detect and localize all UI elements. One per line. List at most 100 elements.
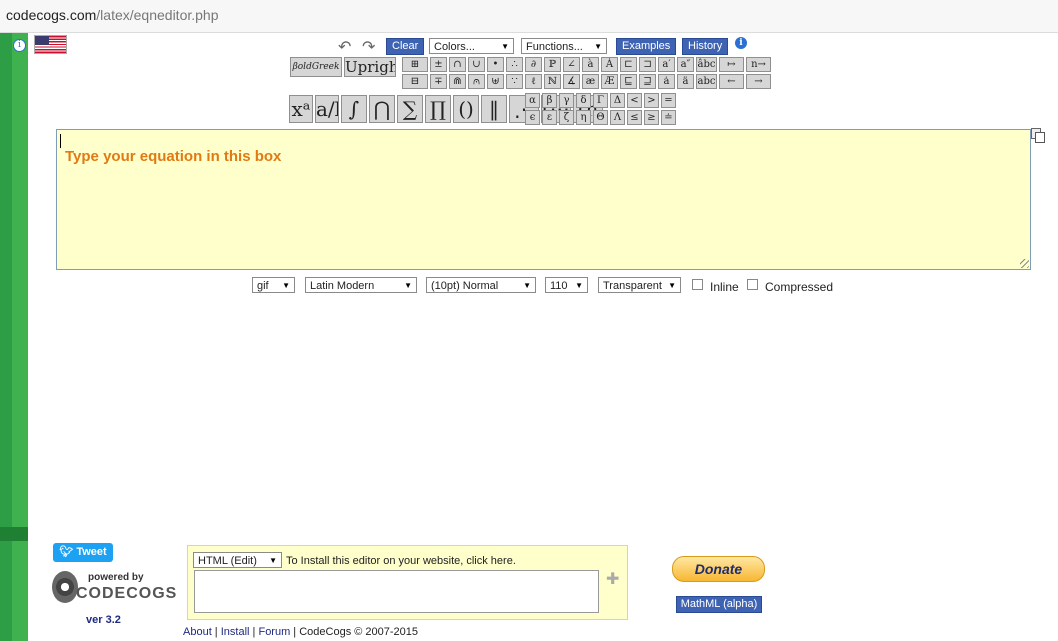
- greek-button-r1-8[interactable]: =: [661, 93, 676, 108]
- install-mode-value: HTML (Edit): [198, 555, 257, 567]
- copy-icon[interactable]: [1031, 128, 1045, 143]
- symbol-button-r2-10[interactable]: Æ: [601, 74, 618, 89]
- symbol-button-r2-14[interactable]: ä: [677, 74, 694, 89]
- greek-button-r2-7[interactable]: ≥: [644, 110, 659, 125]
- symbol-button-r1-7[interactable]: ℙ: [544, 57, 561, 72]
- greek-button-r1-2[interactable]: γ: [559, 93, 574, 108]
- tweet-button[interactable]: 🐦︎ Tweet: [53, 543, 113, 562]
- size-select[interactable]: (10pt) Normal ▼: [426, 277, 536, 293]
- symbol-button-r1-5[interactable]: ∴: [506, 57, 523, 72]
- functions-select[interactable]: Functions... ▼: [521, 38, 607, 54]
- greek-button-r2-6[interactable]: ≤: [627, 110, 642, 125]
- symbol-button-r1-0[interactable]: ⊞: [402, 57, 428, 72]
- big-symbol-button-0[interactable]: xᵃ: [289, 95, 313, 123]
- symbol-button-r1-12[interactable]: ⊐: [639, 57, 656, 72]
- compressed-checkbox[interactable]: [747, 279, 758, 290]
- address-bar[interactable]: codecogs.com/latex/eqneditor.php: [0, 0, 1058, 33]
- url-text[interactable]: codecogs.com/latex/eqneditor.php: [6, 7, 219, 23]
- big-symbol-button-4[interactable]: ∑: [397, 95, 423, 123]
- big-symbol-button-6[interactable]: (): [453, 95, 479, 123]
- symbol-button-r1-1[interactable]: ±: [430, 57, 447, 72]
- symbol-button-r1-4[interactable]: •: [487, 57, 504, 72]
- symbol-button-r2-5[interactable]: ∵: [506, 74, 523, 89]
- symbol-button-r2-2[interactable]: ⋒: [449, 74, 466, 89]
- dpi-select[interactable]: 110 ▼: [545, 277, 588, 293]
- greek-button-r2-1[interactable]: ε: [542, 110, 557, 125]
- redo-icon[interactable]: ↷: [362, 37, 375, 56]
- greek-button-r2-4[interactable]: Θ: [593, 110, 608, 125]
- symbol-button-r2-0[interactable]: ⊟: [402, 74, 428, 89]
- greek-button-r2-2[interactable]: ζ: [559, 110, 574, 125]
- clear-button[interactable]: Clear: [386, 38, 425, 55]
- symbol-button-r1-14[interactable]: a″: [677, 57, 694, 72]
- footer-about-link[interactable]: About: [183, 626, 212, 638]
- bold-greek-button[interactable]: βoldGreek: [290, 57, 342, 77]
- big-symbol-button-1[interactable]: a/b: [315, 95, 339, 123]
- symbol-button-r1-16[interactable]: ↦: [719, 57, 744, 72]
- greek-button-r1-3[interactable]: δ: [576, 93, 591, 108]
- big-symbol-button-3[interactable]: ⋂: [369, 95, 395, 123]
- mathml-button[interactable]: MathML (alpha): [676, 596, 762, 613]
- symbol-button-r2-6[interactable]: ℓ: [525, 74, 542, 89]
- equation-editor[interactable]: Type your equation in this box: [56, 129, 1031, 270]
- symbol-button-r1-3[interactable]: ∪: [468, 57, 485, 72]
- greek-button-r2-0[interactable]: ϵ: [525, 110, 540, 125]
- greek-button-r2-3[interactable]: η: [576, 110, 591, 125]
- history-button[interactable]: History: [682, 38, 729, 55]
- symbol-button-r1-8[interactable]: ∠: [563, 57, 580, 72]
- symbol-button-r2-15[interactable]: abc: [696, 74, 717, 89]
- greek-button-r1-6[interactable]: <: [627, 93, 642, 108]
- us-flag-icon[interactable]: [34, 35, 67, 54]
- symbol-button-r2-9[interactable]: æ: [582, 74, 599, 89]
- colors-select[interactable]: Colors... ▼: [429, 38, 514, 54]
- symbol-button-r1-9[interactable]: à: [582, 57, 599, 72]
- greek-button-r2-5[interactable]: Λ: [610, 110, 625, 125]
- resize-grip-icon[interactable]: [1020, 259, 1029, 268]
- puzzle-icon[interactable]: ✚: [606, 569, 619, 589]
- greek-button-r1-5[interactable]: Δ: [610, 93, 625, 108]
- upright-button[interactable]: Upright: [344, 57, 396, 77]
- symbol-button-r1-13[interactable]: a′: [658, 57, 675, 72]
- format-select[interactable]: gif ▼: [252, 277, 295, 293]
- big-symbol-button-5[interactable]: ∏: [425, 95, 451, 123]
- inline-checkbox[interactable]: [692, 279, 703, 290]
- symbol-button-r1-10[interactable]: Á: [601, 57, 618, 72]
- install-mode-select[interactable]: HTML (Edit) ▼: [193, 552, 282, 568]
- codecogs-logo[interactable]: powered by CODECOGS: [52, 571, 176, 607]
- greek-button-r2-8[interactable]: ≐: [661, 110, 676, 125]
- greek-button-r1-1[interactable]: β: [542, 93, 557, 108]
- info-icon[interactable]: i: [13, 39, 26, 52]
- symbol-button-r1-6[interactable]: ∂: [525, 57, 542, 72]
- symbol-button-r2-13[interactable]: ȧ: [658, 74, 675, 89]
- symbol-button-r2-11[interactable]: ⊑: [620, 74, 637, 89]
- greek-button-r1-7[interactable]: >: [644, 93, 659, 108]
- font-select[interactable]: Latin Modern ▼: [305, 277, 417, 293]
- symbol-button-r2-16[interactable]: ←: [719, 74, 744, 89]
- symbol-button-r2-8[interactable]: ∡: [563, 74, 580, 89]
- symbol-button-r2-7[interactable]: ℕ: [544, 74, 561, 89]
- footer-install-link[interactable]: Install: [221, 626, 250, 638]
- symbol-button-r2-4[interactable]: ⊎: [487, 74, 504, 89]
- install-code-textarea[interactable]: [194, 570, 599, 613]
- background-select[interactable]: Transparent ▼: [598, 277, 681, 293]
- symbol-button-r1-17[interactable]: n→: [746, 57, 771, 72]
- symbol-button-r2-12[interactable]: ⊒: [639, 74, 656, 89]
- undo-icon[interactable]: ↶: [338, 37, 351, 56]
- install-note-link[interactable]: To Install this editor on your website, …: [286, 555, 516, 567]
- big-symbol-button-2[interactable]: ∫: [341, 95, 367, 123]
- help-info-icon[interactable]: i: [735, 37, 747, 49]
- text-caret: [60, 134, 61, 148]
- symbol-button-r2-1[interactable]: ∓: [430, 74, 447, 89]
- symbol-button-r1-11[interactable]: ⊏: [620, 57, 637, 72]
- footer-forum-link[interactable]: Forum: [258, 626, 290, 638]
- big-symbol-button-7[interactable]: ‖: [481, 95, 507, 123]
- symbol-button-r1-2[interactable]: ∩: [449, 57, 466, 72]
- green-bar-band: [0, 527, 28, 541]
- symbol-button-r2-3[interactable]: ⩀: [468, 74, 485, 89]
- examples-button[interactable]: Examples: [616, 38, 677, 55]
- symbol-button-r2-17[interactable]: →: [746, 74, 771, 89]
- symbol-button-r1-15[interactable]: âbc: [696, 57, 717, 72]
- greek-button-r1-0[interactable]: α: [525, 93, 540, 108]
- greek-button-r1-4[interactable]: Γ: [593, 93, 608, 108]
- donate-button[interactable]: Donate: [672, 556, 765, 582]
